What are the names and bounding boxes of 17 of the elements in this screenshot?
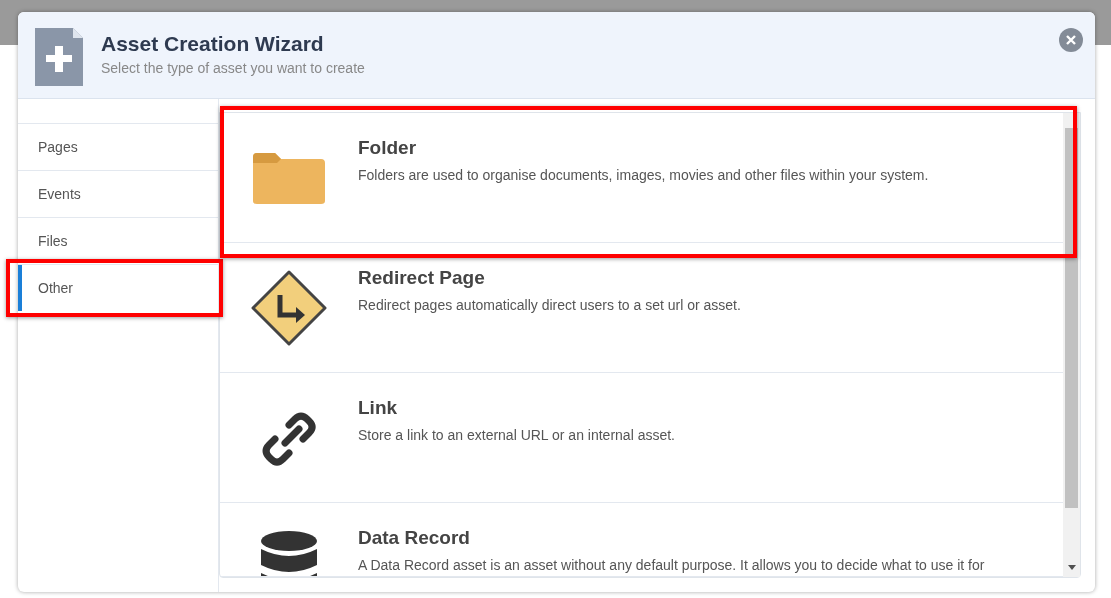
asset-description: A Data Record asset is an asset without any default purpose. It allows you to decide what to use it for — [358, 557, 985, 573]
asset-option[interactable]: Link Store a link to an external URL or an internal asset. — [220, 373, 1063, 502]
dialog-subtitle: Select the type of asset you want to create — [101, 60, 365, 76]
dialog-title: Asset Creation Wizard — [101, 32, 325, 56]
category-item[interactable]: Pages — [18, 124, 218, 170]
asset-description: Folders are used to organise documents, images, movies and other files within your system. — [358, 167, 929, 183]
category-item[interactable]: Files — [18, 218, 218, 264]
asset-title: Data Record — [358, 527, 471, 549]
asset-description: Store a link to an external URL or an internal asset. — [358, 427, 675, 443]
asset-title: Redirect Page — [358, 267, 486, 289]
asset-option[interactable]: Data Record A Data Record asset is an asset without any default purpose. It allows you to decide what to use it for — [220, 503, 1063, 576]
asset-title: Link — [358, 397, 399, 419]
asset-option[interactable]: Redirect Page Redirect pages automatically direct users to a set url or asset. — [220, 243, 1063, 372]
asset-option[interactable]: Folder Folders are used to organise documents, images, movies and other files within your system. — [220, 113, 1063, 242]
asset-title: Folder — [358, 137, 418, 159]
category-item[interactable]: Events — [18, 171, 218, 217]
asset-description: Redirect pages automatically direct users to a set url or asset. — [358, 297, 741, 313]
